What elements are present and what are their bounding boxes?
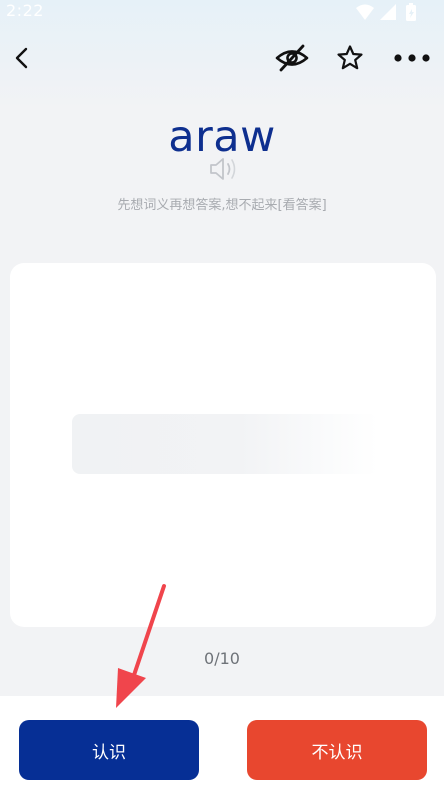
more-icon bbox=[394, 54, 430, 62]
know-button[interactable]: 认识 bbox=[19, 720, 199, 780]
back-icon bbox=[15, 47, 28, 69]
dont-know-button[interactable]: 不认识 bbox=[247, 720, 427, 780]
more-button[interactable] bbox=[390, 40, 434, 76]
star-icon bbox=[337, 45, 363, 70]
eye-off-icon bbox=[275, 44, 309, 72]
status-time: 2:22 bbox=[6, 1, 44, 20]
speaker-button[interactable] bbox=[208, 155, 238, 183]
wifi-icon bbox=[356, 4, 374, 20]
progress-counter: 0/10 bbox=[204, 649, 240, 668]
hide-meaning-button[interactable] bbox=[272, 40, 312, 76]
status-icons bbox=[354, 2, 424, 22]
bottom-action-bar: 认识 不认识 bbox=[0, 696, 444, 798]
back-button[interactable] bbox=[4, 40, 40, 76]
cellular-signal-icon bbox=[380, 4, 396, 20]
loading-placeholder bbox=[72, 414, 378, 474]
speaker-icon bbox=[210, 158, 236, 180]
app-bar bbox=[0, 34, 444, 82]
battery-icon bbox=[406, 3, 416, 21]
meaning-card[interactable] bbox=[10, 263, 436, 627]
status-bar: 2:22 bbox=[0, 0, 444, 24]
favorite-button[interactable] bbox=[332, 40, 368, 76]
hint-text: 先想词义再想答案,想不起来[看答案] bbox=[117, 198, 327, 213]
